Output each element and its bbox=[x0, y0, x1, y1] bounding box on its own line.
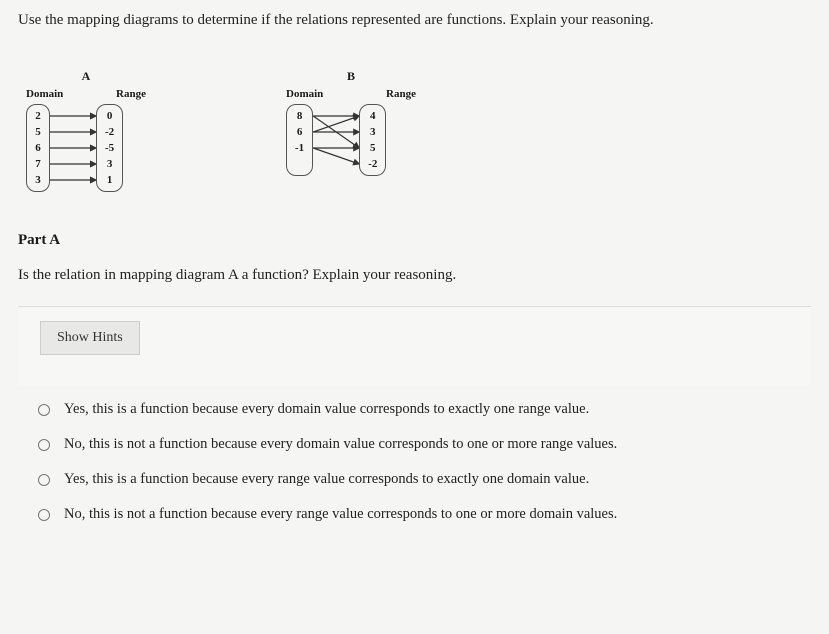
radio-icon[interactable] bbox=[38, 404, 50, 416]
diagram-b-range-value: 3 bbox=[370, 125, 376, 139]
diagram-b-range-label: Range bbox=[386, 88, 416, 100]
diagram-b-range-value: 4 bbox=[370, 109, 376, 123]
question-text: Is the relation in mapping diagram A a f… bbox=[18, 267, 811, 284]
diagram-a-domain-value: 3 bbox=[35, 173, 41, 187]
option-4[interactable]: No, this is not a function because every… bbox=[38, 506, 811, 523]
radio-icon[interactable] bbox=[38, 439, 50, 451]
diagram-a: A Domain Range 2 5 6 7 3 0 -2 -5 3 1 bbox=[26, 69, 146, 192]
option-text: No, this is not a function because every… bbox=[64, 506, 617, 523]
option-3[interactable]: Yes, this is a function because every ra… bbox=[38, 471, 811, 488]
diagram-a-range-value: -5 bbox=[105, 141, 114, 155]
radio-icon[interactable] bbox=[38, 509, 50, 521]
option-text: Yes, this is a function because every ra… bbox=[64, 471, 589, 488]
diagram-b-domain-oval: 8 6 -1 bbox=[286, 104, 313, 176]
option-2[interactable]: No, this is not a function because every… bbox=[38, 436, 811, 453]
diagram-a-range-value: -2 bbox=[105, 125, 114, 139]
diagram-b-domain-label: Domain bbox=[286, 88, 323, 100]
diagram-a-title: A bbox=[26, 69, 146, 84]
radio-icon[interactable] bbox=[38, 474, 50, 486]
option-1[interactable]: Yes, this is a function because every do… bbox=[38, 401, 811, 418]
diagram-a-domain-value: 2 bbox=[35, 109, 41, 123]
option-text: No, this is not a function because every… bbox=[64, 436, 617, 453]
diagram-b-domain-value: 8 bbox=[297, 109, 303, 123]
show-hints-button[interactable]: Show Hints bbox=[40, 321, 140, 355]
instruction-text: Use the mapping diagrams to determine if… bbox=[18, 12, 811, 29]
diagram-a-range-label: Range bbox=[116, 88, 146, 100]
diagram-a-range-value: 1 bbox=[107, 173, 113, 187]
part-heading: Part A bbox=[18, 232, 811, 249]
hints-container: Show Hints bbox=[18, 306, 811, 385]
diagram-b-range-value: -2 bbox=[368, 157, 377, 171]
options-list: Yes, this is a function because every do… bbox=[38, 401, 811, 523]
diagram-b-title: B bbox=[286, 69, 416, 84]
diagram-b-domain-value: 6 bbox=[297, 125, 303, 139]
option-text: Yes, this is a function because every do… bbox=[64, 401, 589, 418]
diagram-a-domain-label: Domain bbox=[26, 88, 63, 100]
diagram-b-range-value: 5 bbox=[370, 141, 376, 155]
diagram-a-range-value: 0 bbox=[107, 109, 113, 123]
diagram-b: B Domain Range 8 6 -1 4 3 5 -2 bbox=[286, 69, 416, 192]
diagram-a-domain-value: 6 bbox=[35, 141, 41, 155]
diagram-a-range-oval: 0 -2 -5 3 1 bbox=[96, 104, 123, 192]
diagram-b-range-oval: 4 3 5 -2 bbox=[359, 104, 386, 176]
diagram-a-domain-oval: 2 5 6 7 3 bbox=[26, 104, 50, 192]
diagrams-container: A Domain Range 2 5 6 7 3 0 -2 -5 3 1 B Domain Ra… bbox=[26, 69, 811, 192]
diagram-a-range-value: 3 bbox=[107, 157, 113, 171]
diagram-a-domain-value: 5 bbox=[35, 125, 41, 139]
diagram-b-domain-value: -1 bbox=[295, 141, 304, 155]
diagram-a-domain-value: 7 bbox=[35, 157, 41, 171]
